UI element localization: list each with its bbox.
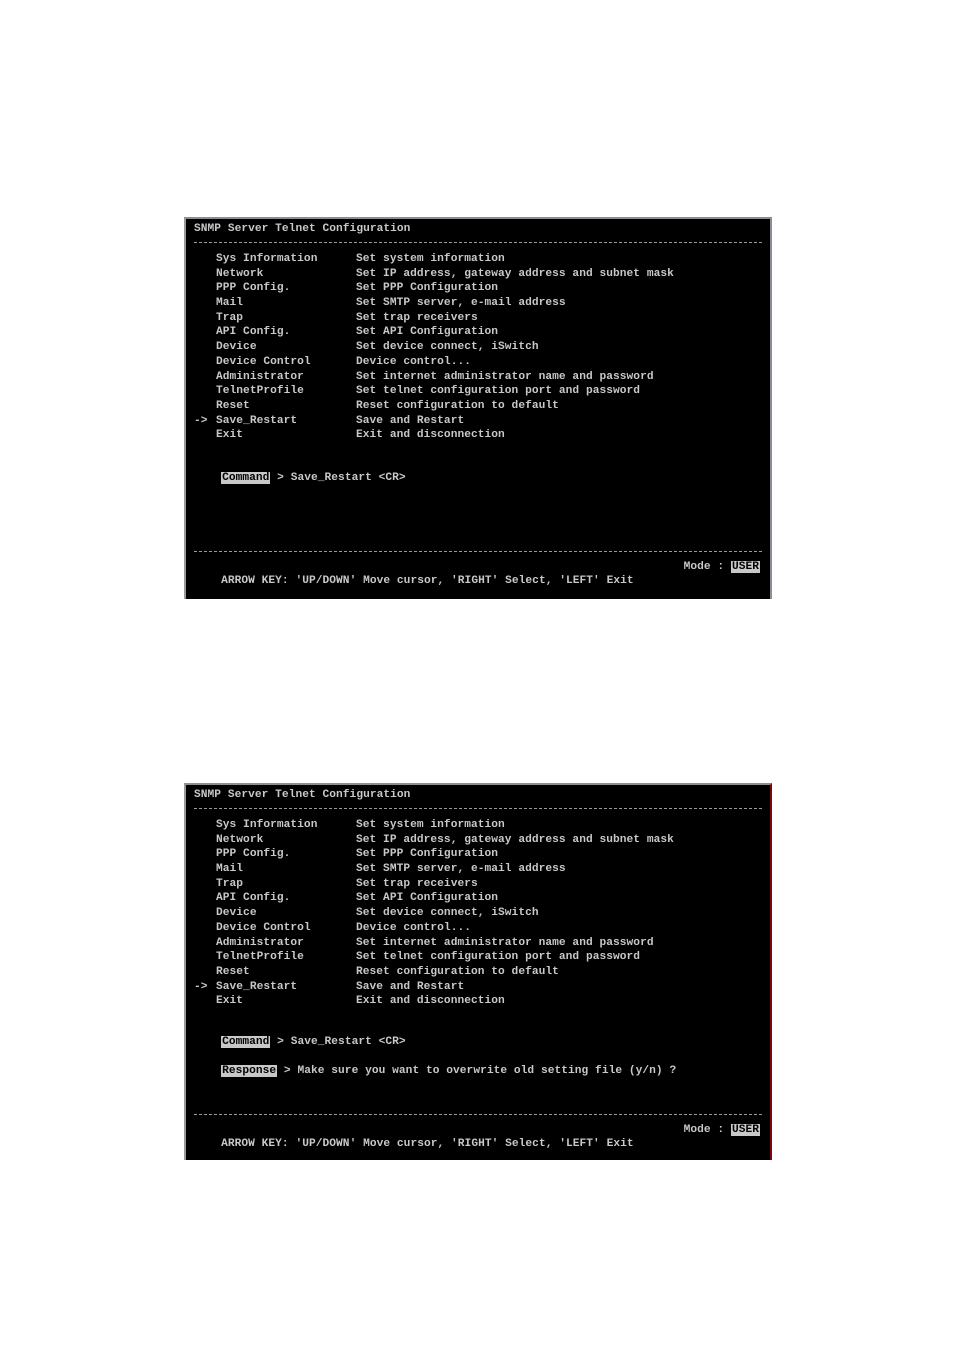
terminal-title: SNMP Server Telnet Configuration	[194, 789, 411, 801]
menu-item-name: API Config.	[216, 892, 291, 905]
mode-badge: USER	[730, 1124, 760, 1136]
command-text: > Save_Restart <CR>	[270, 1036, 406, 1048]
status-bar: ARROW KEY: 'UP/DOWN' Move cursor, 'RIGHT…	[194, 560, 760, 599]
mode-badge: USER	[730, 561, 760, 573]
menu-item-description: Save and Restart	[356, 980, 465, 993]
menu-item-description: Set telnet configuration port and passwo…	[356, 385, 641, 398]
menu-item-name: Save_Restart	[216, 980, 298, 993]
menu-item-description: Save and Restart	[356, 414, 465, 427]
telnet-terminal-window-2: SNMP Server Telnet Configuration Sys Inf…	[184, 783, 772, 1160]
command-line[interactable]: Command > Save_Restart <CR>	[194, 457, 406, 499]
menu-item-name: Sys Information	[216, 819, 318, 831]
menu-item-description: Device control...	[356, 921, 471, 934]
menu-item-name: Exit	[216, 429, 244, 442]
menu-item-description: Set internet administrator name and pass…	[356, 936, 654, 949]
menu-item-name: Mail	[216, 863, 244, 876]
menu-item-description: Set IP address, gateway address and subn…	[356, 267, 674, 280]
menu-item-name: Network	[216, 833, 264, 846]
menu-item-description: Set PPP Configuration	[356, 848, 499, 861]
menu-item-name: Network	[216, 267, 264, 280]
menu-item-description: Set telnet configuration port and passwo…	[356, 951, 641, 964]
menu-item-description: Reset configuration to default	[356, 399, 559, 412]
menu-item-description: Set system information	[356, 253, 505, 265]
command-label: Command	[221, 472, 271, 484]
menu-item-description: Set device connect, iSwitch	[356, 907, 539, 920]
menu-item-name: Mail	[216, 297, 244, 310]
cursor-arrow-icon: ->	[194, 980, 208, 993]
menu-item-name: Device	[216, 907, 257, 920]
menu-item-name: Administrator	[216, 370, 304, 383]
menu-item-name: TelnetProfile	[216, 951, 304, 964]
menu-item-description: Set system information	[356, 819, 505, 831]
menu-item-name: Reset	[216, 399, 250, 412]
menu-item-description: Exit and disconnection	[356, 995, 505, 1008]
menu-item-description: Set SMTP server, e-mail address	[356, 863, 566, 876]
mode-indicator: Mode : USER	[684, 1123, 760, 1137]
response-line[interactable]: Response > Make sure you want to overwri…	[194, 1050, 676, 1092]
menu-item-description: Set device connect, iSwitch	[356, 341, 539, 354]
menu-item-name: Device Control	[216, 921, 311, 934]
menu-item-name: TelnetProfile	[216, 385, 304, 398]
telnet-terminal-window-1: SNMP Server Telnet Configuration Sys Inf…	[184, 217, 772, 599]
status-bar: ARROW KEY: 'UP/DOWN' Move cursor, 'RIGHT…	[194, 1123, 760, 1160]
menu-item-name: Reset	[216, 965, 250, 978]
menu-item-description: Set PPP Configuration	[356, 282, 499, 295]
menu-item-name: PPP Config.	[216, 848, 291, 861]
menu-item-description: Set SMTP server, e-mail address	[356, 297, 566, 310]
separator-bottom	[194, 551, 762, 552]
menu-item-name: Exit	[216, 995, 244, 1008]
menu-item-description: Device control...	[356, 355, 471, 368]
command-text: > Save_Restart <CR>	[270, 472, 406, 484]
response-text: > Make sure you want to overwrite old se…	[277, 1065, 677, 1077]
menu-item-name: Device Control	[216, 355, 311, 368]
menu-item-name: Save_Restart	[216, 414, 298, 427]
mode-label: Mode :	[683, 1124, 731, 1136]
cursor-arrow-icon: ->	[194, 414, 208, 427]
menu-item-description: Reset configuration to default	[356, 965, 559, 978]
separator-top	[194, 242, 762, 243]
key-help-text: ARROW KEY: 'UP/DOWN' Move cursor, 'RIGHT…	[221, 575, 634, 587]
mode-label: Mode :	[683, 561, 731, 573]
menu-item-name: Administrator	[216, 936, 304, 949]
menu-item-name: Sys Information	[216, 253, 318, 265]
menu-item-description: Set API Configuration	[356, 892, 499, 905]
menu-item-name: API Config.	[216, 326, 291, 339]
terminal-title: SNMP Server Telnet Configuration	[194, 223, 411, 235]
menu-item-name: Device	[216, 341, 257, 354]
separator-bottom	[194, 1114, 762, 1115]
menu-item-description: Set trap receivers	[356, 877, 478, 890]
mode-indicator: Mode : USER	[684, 560, 760, 574]
menu-item-name: PPP Config.	[216, 282, 291, 295]
menu-item-description: Set IP address, gateway address and subn…	[356, 833, 674, 846]
command-label: Command	[221, 1036, 271, 1048]
menu-item-description: Set API Configuration	[356, 326, 499, 339]
menu-item-name: Trap	[216, 877, 244, 890]
menu-item-description: Set trap receivers	[356, 311, 478, 324]
response-label: Response	[221, 1065, 278, 1077]
menu-item-description: Exit and disconnection	[356, 429, 505, 442]
separator-top	[194, 808, 762, 809]
key-help-text: ARROW KEY: 'UP/DOWN' Move cursor, 'RIGHT…	[221, 1138, 634, 1150]
menu-item-description: Set internet administrator name and pass…	[356, 370, 654, 383]
menu-item-name: Trap	[216, 311, 244, 324]
